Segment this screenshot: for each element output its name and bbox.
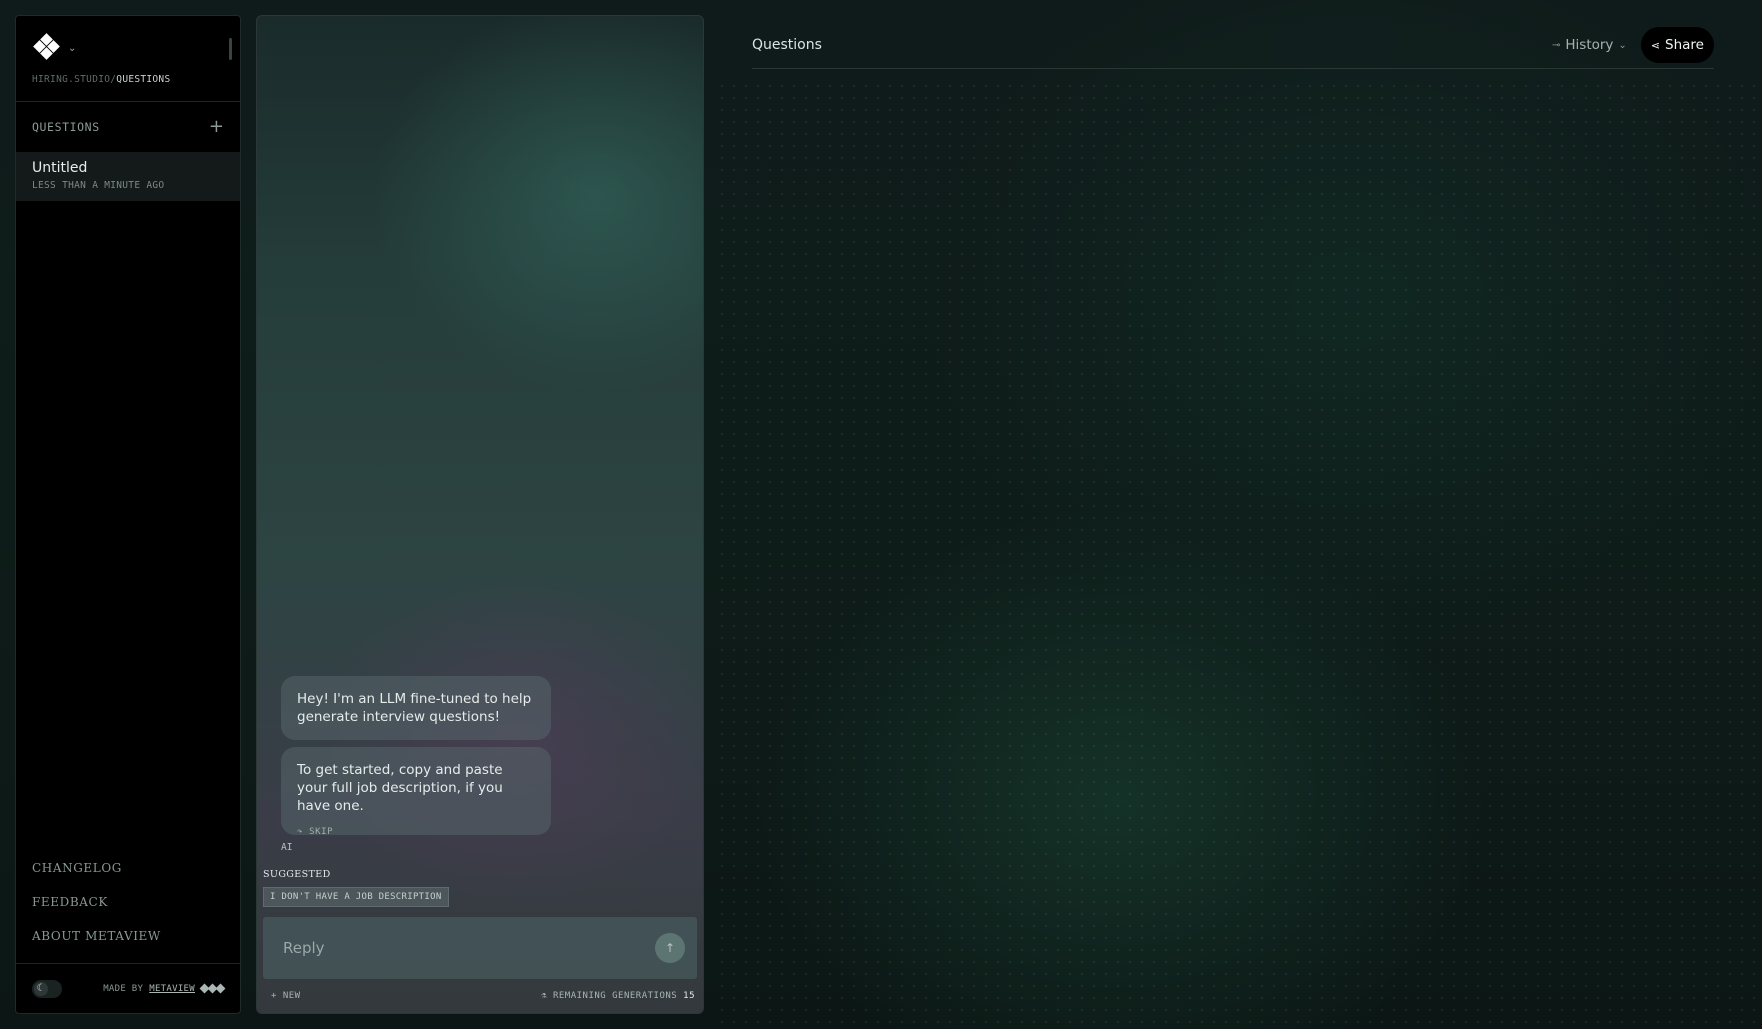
sender-label: AI — [281, 842, 293, 853]
new-chat-button[interactable]: + NEW — [271, 991, 301, 1001]
main-header: Questions ⊸ History ⌄ ⋖ Share — [752, 22, 1714, 69]
page-title: Questions — [752, 37, 822, 53]
dot-grid-background — [716, 80, 1762, 1029]
question-title: Untitled — [32, 160, 88, 176]
hiring-studio-logo-icon — [32, 33, 62, 63]
history-label: History — [1565, 37, 1614, 53]
workspace-switcher[interactable]: ⌄ — [32, 32, 224, 64]
chat-footer: + NEW ⚗ REMAINING GENERATIONS 15 — [271, 991, 695, 1001]
flask-icon: ⚗ — [541, 991, 548, 1001]
ai-message: To get started, copy and paste your full… — [281, 747, 551, 837]
reply-input[interactable] — [283, 939, 655, 957]
remaining-count: 15 — [683, 991, 695, 1001]
plus-icon: + — [271, 991, 277, 1001]
chat-panel: Hey! I'm an LLM fine-tuned to help gener… — [256, 15, 704, 1014]
skip-label: SKIP — [309, 827, 334, 837]
breadcrumb-root[interactable]: HIRING.STUDIO — [32, 74, 110, 85]
question-timestamp: LESS THAN A MINUTE AGO — [32, 180, 165, 191]
send-button[interactable]: ↑ — [655, 933, 685, 963]
changelog-link[interactable]: CHANGELOG — [32, 851, 224, 885]
header-actions: ⊸ History ⌄ ⋖ Share — [1552, 27, 1714, 63]
chevron-down-icon: ⌄ — [68, 42, 77, 54]
sidebar-header: ⌄ HIRING.STUDIO/QUESTIONS — [16, 16, 240, 102]
sidebar: ⌄ HIRING.STUDIO/QUESTIONS QUESTIONS + Un… — [15, 15, 241, 1014]
message-text: Hey! I'm an LLM fine-tuned to help gener… — [297, 691, 532, 725]
theme-toggle[interactable]: ☾ — [32, 979, 62, 998]
chevron-down-icon: ⌄ — [1618, 39, 1627, 51]
share-label: Share — [1665, 37, 1704, 53]
sidebar-item-question[interactable]: Untitled LESS THAN A MINUTE AGO — [16, 152, 240, 201]
metaview-link[interactable]: METAVIEW — [149, 984, 195, 994]
history-dropdown[interactable]: ⊸ History ⌄ — [1552, 37, 1627, 53]
remaining-label: REMAINING GENERATIONS — [552, 991, 678, 1001]
breadcrumb: HIRING.STUDIO/QUESTIONS — [32, 74, 171, 85]
arrow-up-icon: ↑ — [664, 941, 676, 955]
share-button[interactable]: ⋖ Share — [1640, 27, 1714, 63]
sidebar-footer: ☾ MADE BY METAVIEW — [16, 963, 240, 1013]
reply-box: ↑ — [263, 917, 697, 979]
made-by-prefix: MADE BY — [103, 983, 144, 994]
share-icon: ⋖ — [1650, 38, 1661, 52]
breadcrumb-current: QUESTIONS — [116, 74, 171, 85]
suggested-title: SUGGESTED — [263, 869, 331, 880]
questions-section-header: QUESTIONS + — [16, 102, 240, 152]
sidebar-links: CHANGELOG FEEDBACK ABOUT METAVIEW — [16, 851, 240, 963]
feedback-link[interactable]: FEEDBACK — [32, 885, 224, 919]
remaining-generations: ⚗ REMAINING GENERATIONS 15 — [541, 991, 695, 1001]
about-metaview-link[interactable]: ABOUT METAVIEW — [32, 919, 224, 953]
section-title: QUESTIONS — [32, 120, 100, 134]
skip-button[interactable]: ↷ SKIP — [297, 823, 535, 841]
new-label: NEW — [282, 991, 301, 1001]
add-question-plus-icon[interactable]: + — [209, 118, 224, 136]
history-icon: ⊸ — [1552, 39, 1561, 51]
message-text: To get started, copy and paste your full… — [297, 762, 503, 814]
sidebar-scrollbar[interactable] — [229, 38, 232, 60]
made-by: MADE BY METAVIEW — [103, 983, 226, 994]
suggestion-chip[interactable]: I DON'T HAVE A JOB DESCRIPTION — [263, 887, 449, 907]
ai-message: Hey! I'm an LLM fine-tuned to help gener… — [281, 676, 551, 740]
moon-icon: ☾ — [34, 981, 48, 996]
skip-arrow-icon: ↷ — [297, 827, 304, 837]
metaview-logo-icon — [199, 983, 226, 994]
